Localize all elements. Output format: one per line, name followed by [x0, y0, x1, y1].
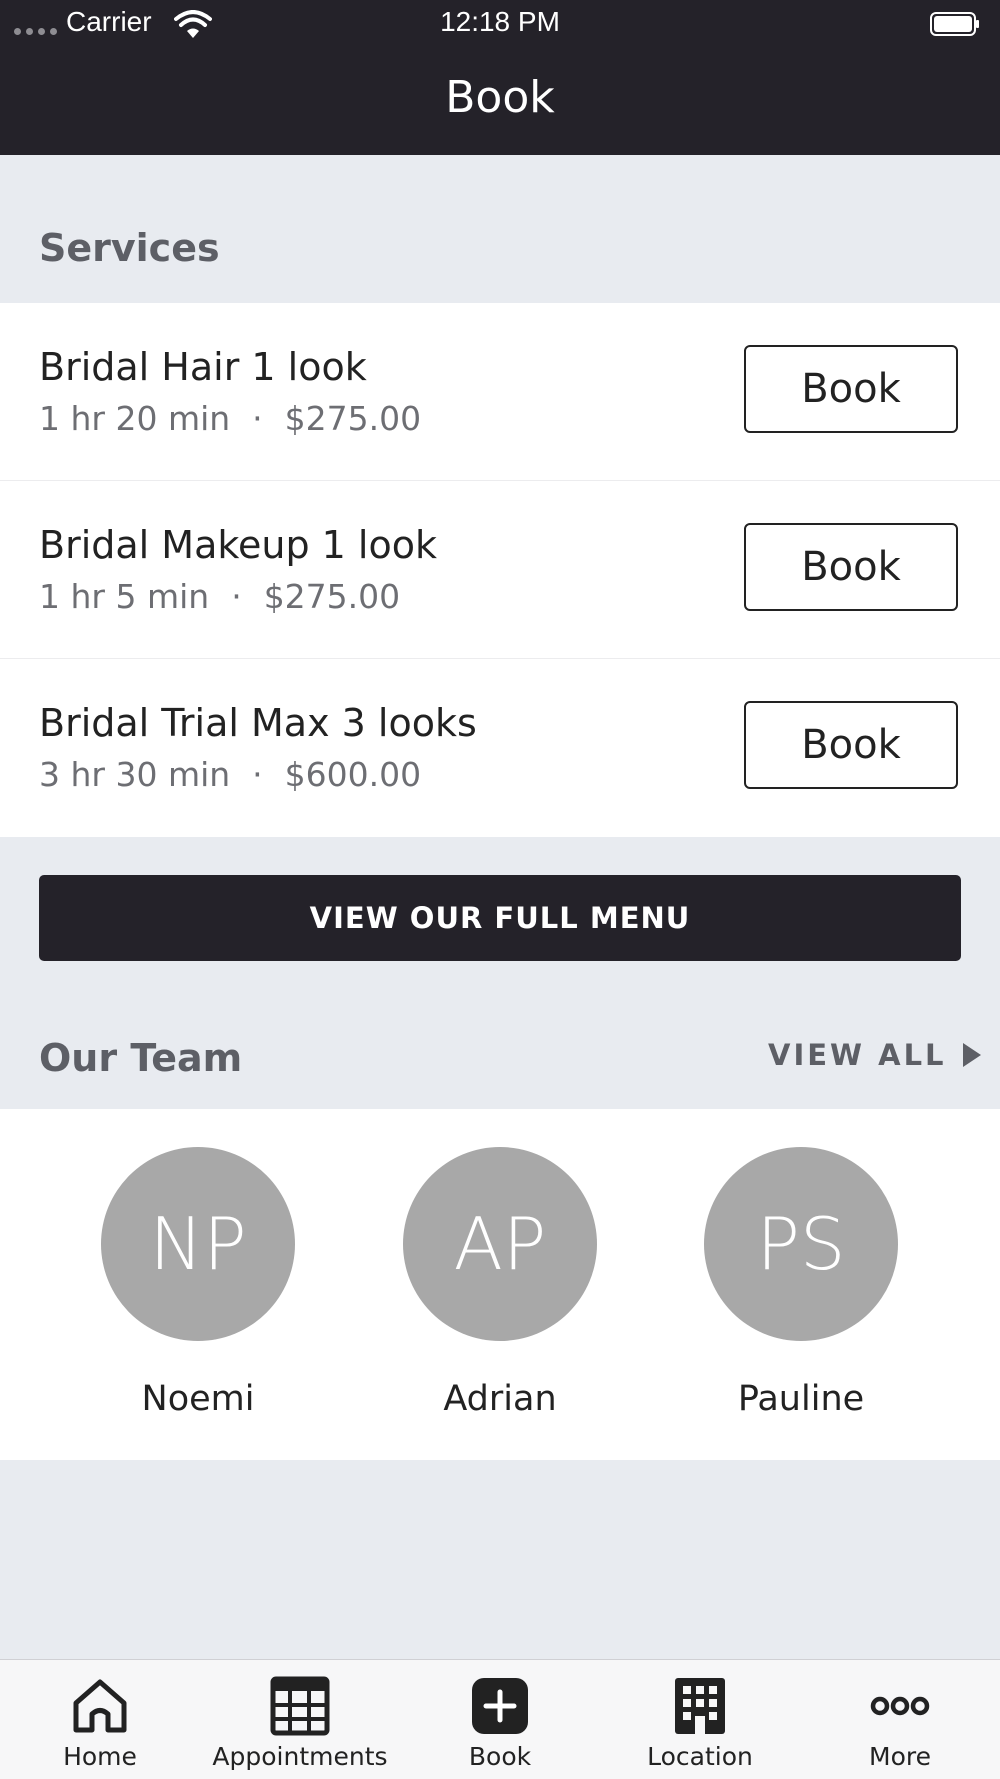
member-name: Adrian: [443, 1379, 557, 1419]
service-row: Bridal Hair 1 look 1 hr 20 min · $275.00 B…: [0, 303, 1000, 481]
meta-separator: ·: [252, 755, 263, 794]
home-icon: [73, 1679, 127, 1733]
tab-label: Book: [468, 1742, 532, 1771]
tab-label: Home: [63, 1742, 137, 1771]
service-name: Bridal Hair 1 look: [39, 345, 367, 389]
tab-bar: Home Appointments Book Location More: [0, 1659, 1000, 1779]
service-meta: 1 hr 5 min · $275.00: [39, 577, 400, 616]
avatar: AP: [403, 1147, 597, 1341]
tab-appointments[interactable]: Appointments: [200, 1660, 400, 1779]
status-time: 12:18 PM: [440, 6, 560, 37]
book-button[interactable]: Book: [744, 523, 958, 611]
service-duration: 1 hr 5 min: [39, 577, 210, 616]
building-icon: [675, 1678, 725, 1734]
calendar-grid-icon: [270, 1676, 330, 1736]
service-duration: 1 hr 20 min: [39, 399, 231, 438]
more-dots-icon: [870, 1696, 930, 1716]
service-name: Bridal Trial Max 3 looks: [39, 701, 477, 745]
service-price: $275.00: [263, 577, 401, 616]
tab-label: Location: [647, 1742, 753, 1771]
tab-more[interactable]: More: [800, 1660, 1000, 1779]
service-duration: 3 hr 30 min: [39, 755, 231, 794]
service-row: Bridal Makeup 1 look 1 hr 5 min · $275.00 …: [0, 481, 1000, 659]
team-member[interactable]: AP Adrian: [390, 1147, 610, 1419]
tab-home[interactable]: Home: [0, 1660, 200, 1779]
avatar: NP: [101, 1147, 295, 1341]
meta-separator: ·: [231, 577, 242, 616]
meta-separator: ·: [252, 399, 263, 438]
page-title: Book: [445, 72, 555, 123]
chevron-right-icon: [962, 1043, 981, 1067]
tab-book[interactable]: Book: [400, 1660, 600, 1779]
team-member[interactable]: PS Pauline: [691, 1147, 911, 1419]
team-panel: NP Noemi AP Adrian PS Pauline: [0, 1109, 1000, 1460]
battery-icon: [930, 12, 979, 36]
service-name: Bridal Makeup 1 look: [39, 523, 437, 567]
tab-location[interactable]: Location: [600, 1660, 800, 1779]
book-button[interactable]: Book: [744, 345, 958, 433]
service-price: $275.00: [284, 399, 422, 438]
team-heading: Our Team: [39, 1036, 243, 1080]
service-row: Bridal Trial Max 3 looks 3 hr 30 min · $60…: [0, 659, 1000, 837]
tab-label: More: [869, 1742, 931, 1771]
service-meta: 3 hr 30 min · $600.00: [39, 755, 421, 794]
member-name: Pauline: [737, 1379, 865, 1419]
view-all-link[interactable]: VIEW ALL: [768, 1038, 983, 1072]
member-name: Noemi: [141, 1379, 255, 1419]
tab-label: Appointments: [212, 1742, 388, 1771]
status-bar: Carrier 12:18 PM: [0, 0, 1000, 48]
book-button[interactable]: Book: [744, 701, 958, 789]
service-price: $600.00: [284, 755, 422, 794]
service-list: Bridal Hair 1 look 1 hr 20 min · $275.00 B…: [0, 303, 1000, 837]
view-full-menu-button[interactable]: VIEW OUR FULL MENU: [39, 875, 961, 961]
services-heading: Services: [39, 226, 220, 270]
top-bar: Carrier 12:18 PM Book: [0, 0, 1000, 155]
avatar: PS: [704, 1147, 898, 1341]
plus-square-icon: [472, 1678, 528, 1734]
service-meta: 1 hr 20 min · $275.00: [39, 399, 421, 438]
view-all-label: VIEW ALL: [768, 1038, 947, 1072]
team-member[interactable]: NP Noemi: [88, 1147, 308, 1419]
